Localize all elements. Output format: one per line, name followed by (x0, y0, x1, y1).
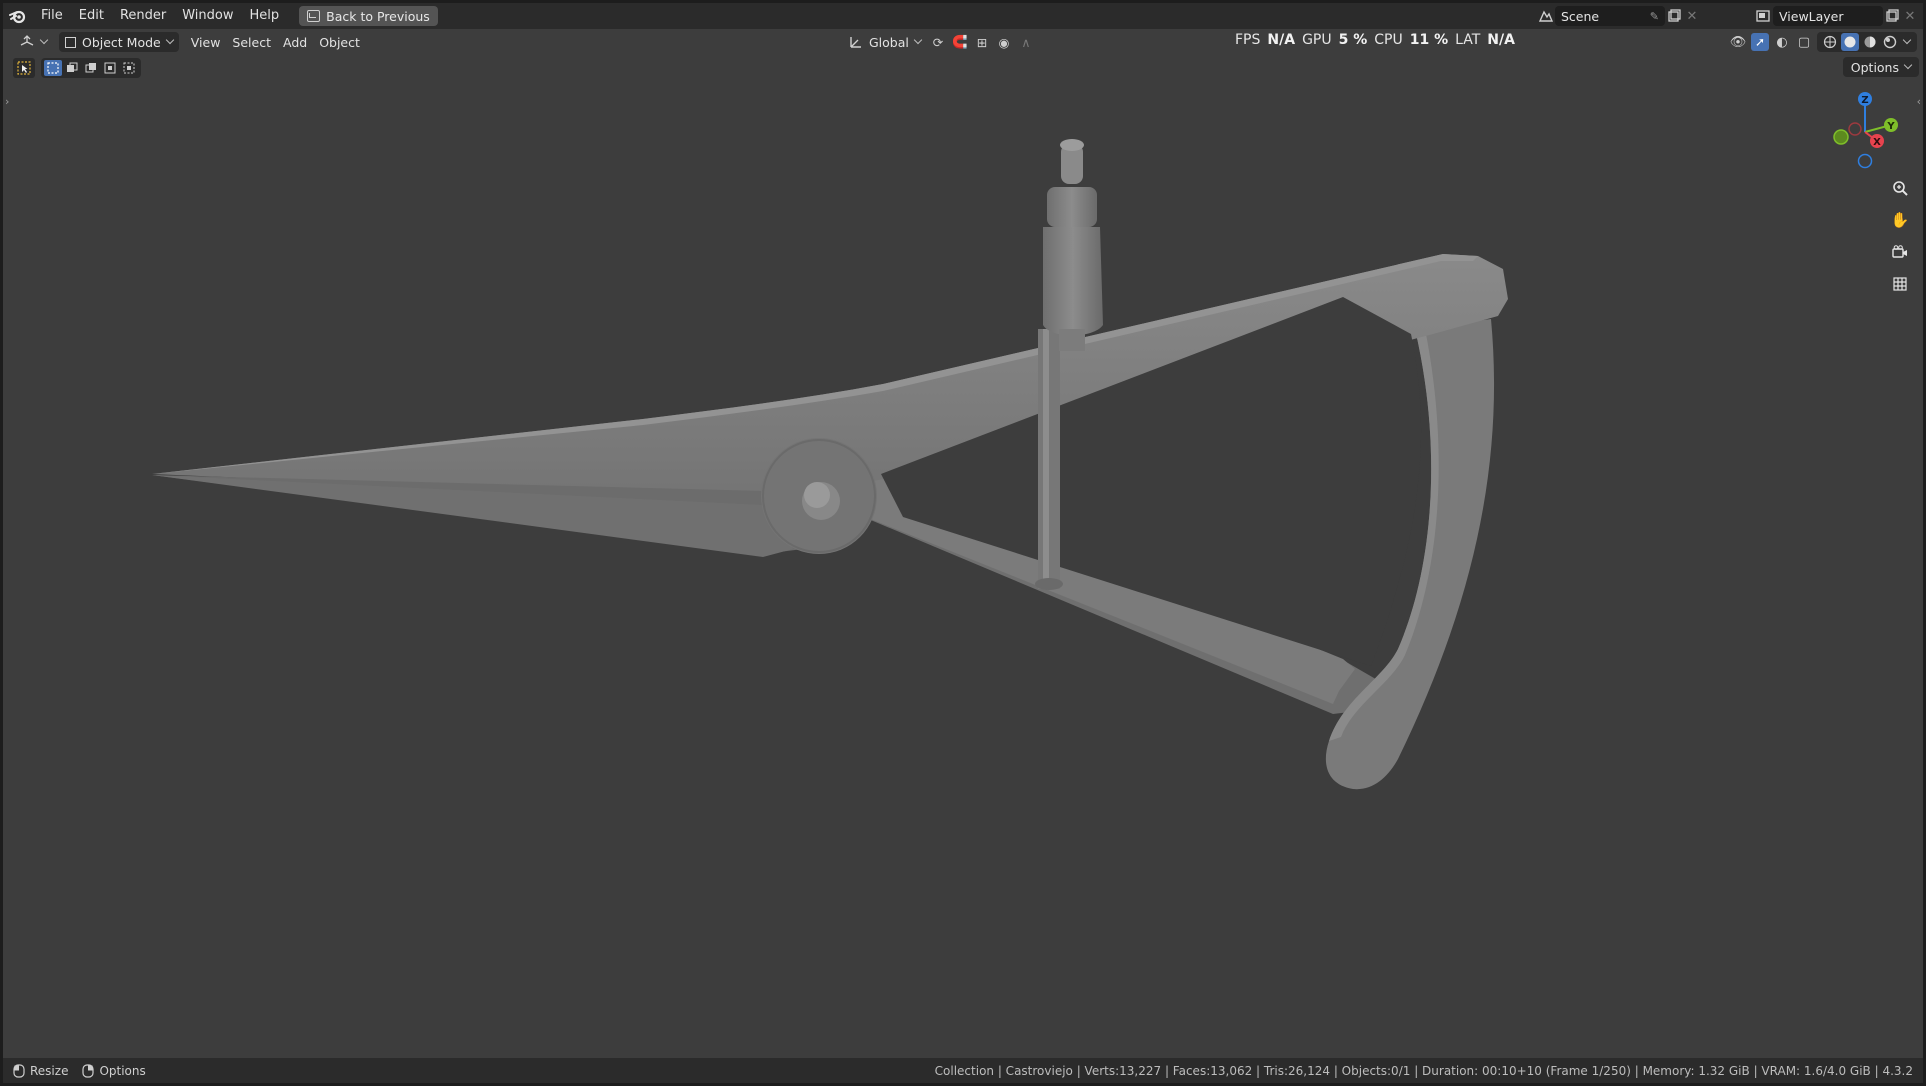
resize-label: Resize (30, 1063, 69, 1078)
cpu-label: CPU (1374, 32, 1403, 48)
status-bar: Resize Options Collection | Castroviejo … (3, 1058, 1923, 1083)
menu-help[interactable]: Help (242, 3, 288, 29)
options-dropdown[interactable]: Options (1842, 57, 1919, 77)
wireframe-shading-icon[interactable] (1821, 33, 1839, 51)
subtract-selection-icon[interactable] (82, 60, 100, 76)
options-hint-label: Options (99, 1063, 146, 1078)
gpu-label: GPU (1302, 32, 1332, 48)
scene-name-field[interactable]: Scene ✎ (1555, 6, 1665, 26)
shading-mode-group (1817, 32, 1917, 52)
transform-orientation-dropdown[interactable]: Global (843, 32, 927, 52)
toolbar-expand-arrow[interactable]: › (5, 95, 9, 108)
object-mode-icon (65, 36, 76, 48)
cursor-select-icon (17, 61, 31, 75)
hand-icon[interactable]: ✋ (1887, 207, 1913, 233)
view-layer-name: ViewLayer (1779, 8, 1844, 24)
mode-label: Object Mode (82, 34, 161, 50)
options-label: Options (1850, 59, 1899, 75)
intersect-selection-icon[interactable] (120, 60, 138, 76)
scene-icon[interactable] (1537, 7, 1555, 25)
chevron-down-icon (165, 35, 174, 45)
orientation-label: Global (869, 34, 909, 50)
3d-viewport-icon (20, 35, 34, 46)
back-to-previous-label: Back to Previous (326, 8, 430, 24)
editor-type-button[interactable] (13, 32, 53, 52)
overlay-icon[interactable]: ◐ (1773, 33, 1791, 51)
delete-scene-icon[interactable]: ✕ (1683, 7, 1701, 25)
gizmo-toggle-icon[interactable]: ➚ (1751, 33, 1769, 51)
chevron-down-icon[interactable] (1902, 35, 1912, 45)
proportional-edit-icon[interactable]: ◉ (995, 33, 1013, 51)
menu-view[interactable]: View (185, 32, 227, 52)
performance-stats: FPS N/A GPU 5 % CPU 11 % LAT N/A (1235, 29, 1515, 51)
lat-value: N/A (1487, 32, 1515, 48)
camera-icon[interactable] (1887, 239, 1913, 265)
view-layer-selector: ViewLayer ✕ (1755, 5, 1919, 27)
chevron-down-icon (1903, 60, 1913, 70)
back-icon (307, 10, 321, 22)
options-hint: Options (82, 1063, 146, 1078)
invert-selection-icon[interactable] (101, 60, 119, 76)
menu-select[interactable]: Select (226, 32, 277, 52)
fps-value: N/A (1267, 32, 1296, 48)
solid-shading-icon[interactable] (1841, 33, 1859, 51)
menu-edit[interactable]: Edit (71, 3, 112, 29)
menu-object[interactable]: Object (313, 32, 366, 52)
navigation-gizmo[interactable]: Z Y X (1827, 89, 1917, 179)
extend-selection-icon[interactable] (63, 60, 81, 76)
view-layer-icon[interactable] (1755, 7, 1773, 25)
view-layer-field[interactable]: ViewLayer (1773, 6, 1883, 26)
selection-mode-group (41, 58, 141, 78)
top-menu-bar: File Edit Render Window Help Back to Pre… (3, 3, 1923, 29)
zoom-icon[interactable] (1887, 175, 1913, 201)
mouse-icon (13, 1063, 25, 1078)
select-tool-button[interactable] (13, 58, 35, 78)
resize-hint: Resize (13, 1064, 68, 1078)
snap-icon[interactable]: 🧲 (951, 33, 969, 51)
new-scene-icon[interactable] (1665, 7, 1683, 25)
snapping-controls: ⟳ 🧲 ⊞ ◉ ∧ (923, 32, 1041, 52)
pin-icon[interactable]: ✎ (1650, 10, 1659, 23)
cpu-value: 11 % (1409, 32, 1449, 48)
new-view-layer-icon[interactable] (1883, 7, 1901, 25)
3d-viewport[interactable]: Object Mode View Select Add Object Globa… (3, 29, 1923, 1058)
scene-statistics: Collection | Castroviejo | Verts:13,227 … (934, 1063, 1913, 1078)
fps-label: FPS (1235, 32, 1261, 48)
orientation-icon (850, 37, 861, 48)
caliper-model[interactable] (3, 29, 1923, 1058)
mode-selector[interactable]: Object Mode (59, 32, 179, 52)
tool-settings-row (13, 57, 141, 79)
material-shading-icon[interactable] (1861, 33, 1879, 51)
snap-target-icon[interactable]: ⊞ (973, 33, 991, 51)
visibility-icon[interactable]: 👁 (1729, 33, 1747, 51)
lat-label: LAT (1455, 32, 1481, 48)
sidebar-expand-arrow[interactable]: ‹ (1917, 95, 1921, 108)
chevron-down-icon (913, 35, 923, 45)
chevron-down-icon (39, 35, 49, 45)
menu-render[interactable]: Render (112, 3, 174, 29)
gizmo-y-label: Y (1886, 121, 1895, 132)
menu-window[interactable]: Window (174, 3, 241, 29)
blender-logo-icon[interactable] (3, 3, 33, 29)
menu-file[interactable]: File (33, 3, 71, 29)
gizmo-x-label: X (1873, 137, 1881, 148)
menu-add[interactable]: Add (277, 32, 313, 52)
viewport-display-controls: 👁 ➚ ◐ ▢ (1729, 32, 1917, 52)
rendered-shading-icon[interactable] (1881, 33, 1899, 51)
mouse-icon (82, 1063, 95, 1078)
back-to-previous-button[interactable]: Back to Previous (299, 6, 438, 26)
falloff-icon[interactable]: ∧ (1017, 33, 1035, 51)
delete-view-layer-icon[interactable]: ✕ (1901, 7, 1919, 25)
set-new-selection-icon[interactable] (44, 60, 62, 76)
navigation-tools: ✋ (1887, 175, 1913, 297)
gizmo-z-label: Z (1861, 95, 1868, 106)
scene-selector: Scene ✎ ✕ (1537, 5, 1701, 27)
pivot-icon[interactable]: ⟳ (929, 33, 947, 51)
viewport-header: Object Mode View Select Add Object Globa… (3, 29, 1923, 55)
scene-name: Scene (1561, 8, 1600, 24)
grid-icon[interactable] (1887, 271, 1913, 297)
gpu-value: 5 % (1338, 32, 1368, 48)
xray-icon[interactable]: ▢ (1795, 33, 1813, 51)
